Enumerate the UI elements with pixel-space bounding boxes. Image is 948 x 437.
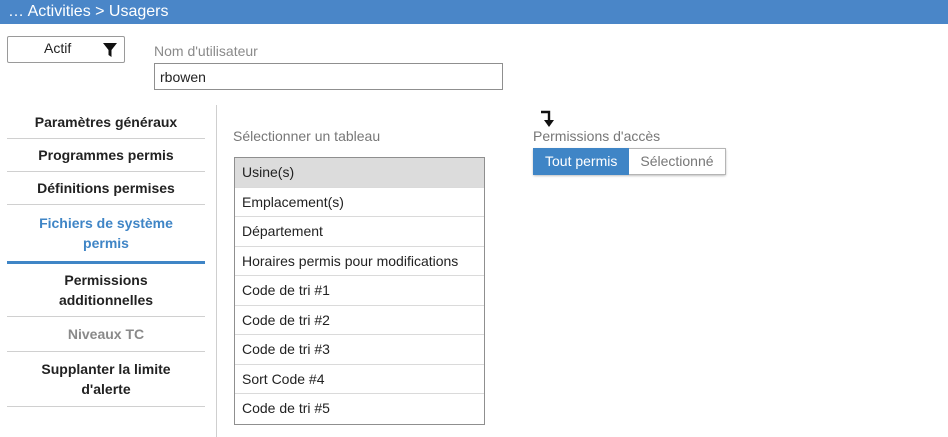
arrow-down-icon xyxy=(541,110,554,127)
sidebar-item-label: Paramètres généraux xyxy=(34,113,178,130)
table-select-list: Usine(s) Emplacement(s) Département Hora… xyxy=(234,157,485,425)
sidebar-item-label: Niveaux TC xyxy=(67,326,145,342)
access-permissions-toggle: Tout permis Sélectionné xyxy=(533,148,726,175)
list-item[interactable]: Code de tri #1 xyxy=(235,276,484,306)
list-item[interactable]: Département xyxy=(235,217,484,247)
sidebar-item-label: Fichiers de système permis xyxy=(39,215,173,251)
sidebar-item-allowed-programs[interactable]: Programmes permis xyxy=(7,139,205,172)
breadcrumb: … Activities > Usagers xyxy=(0,0,948,24)
sidebar: Paramètres généraux Programmes permis Dé… xyxy=(7,105,205,407)
status-filter-select[interactable]: Actif xyxy=(7,36,125,63)
all-allowed-button[interactable]: Tout permis xyxy=(533,148,630,175)
list-item[interactable]: Horaires permis pour modifications xyxy=(235,247,484,276)
sidebar-item-label: Permissions additionnelles xyxy=(58,272,154,308)
username-label: Nom d'utilisateur xyxy=(154,43,258,59)
sidebar-item-label: Définitions permises xyxy=(37,180,175,196)
sidebar-item-label: Supplanter la limite d'alerte xyxy=(41,361,171,397)
status-filter-value: Actif xyxy=(44,40,72,56)
list-item[interactable]: Emplacement(s) xyxy=(235,188,484,217)
filter-icon[interactable] xyxy=(102,41,118,59)
sidebar-item-tc-levels[interactable]: Niveaux TC xyxy=(7,317,205,352)
sidebar-item-allowed-definitions[interactable]: Définitions permises xyxy=(7,172,205,205)
sidebar-item-allowed-system-files[interactable]: Fichiers de système permis xyxy=(7,205,205,264)
list-item[interactable]: Sort Code #4 xyxy=(235,365,484,394)
sidebar-item-general-settings[interactable]: Paramètres généraux xyxy=(7,105,205,139)
sidebar-item-label: Programmes permis xyxy=(38,147,174,163)
username-input[interactable] xyxy=(154,63,503,90)
list-item[interactable]: Code de tri #2 xyxy=(235,306,484,335)
table-select-label: Sélectionner un tableau xyxy=(233,128,381,144)
sidebar-item-override-alert-limit[interactable]: Supplanter la limite d'alerte xyxy=(7,352,205,407)
selected-button[interactable]: Sélectionné xyxy=(629,148,726,175)
sidebar-divider xyxy=(216,105,217,437)
list-item[interactable]: Code de tri #5 xyxy=(235,394,484,424)
sidebar-item-additional-permissions[interactable]: Permissions additionnelles xyxy=(7,264,205,317)
list-item[interactable]: Usine(s) xyxy=(235,158,484,188)
access-permissions-label: Permissions d'accès xyxy=(533,128,661,144)
list-item[interactable]: Code de tri #3 xyxy=(235,335,484,365)
